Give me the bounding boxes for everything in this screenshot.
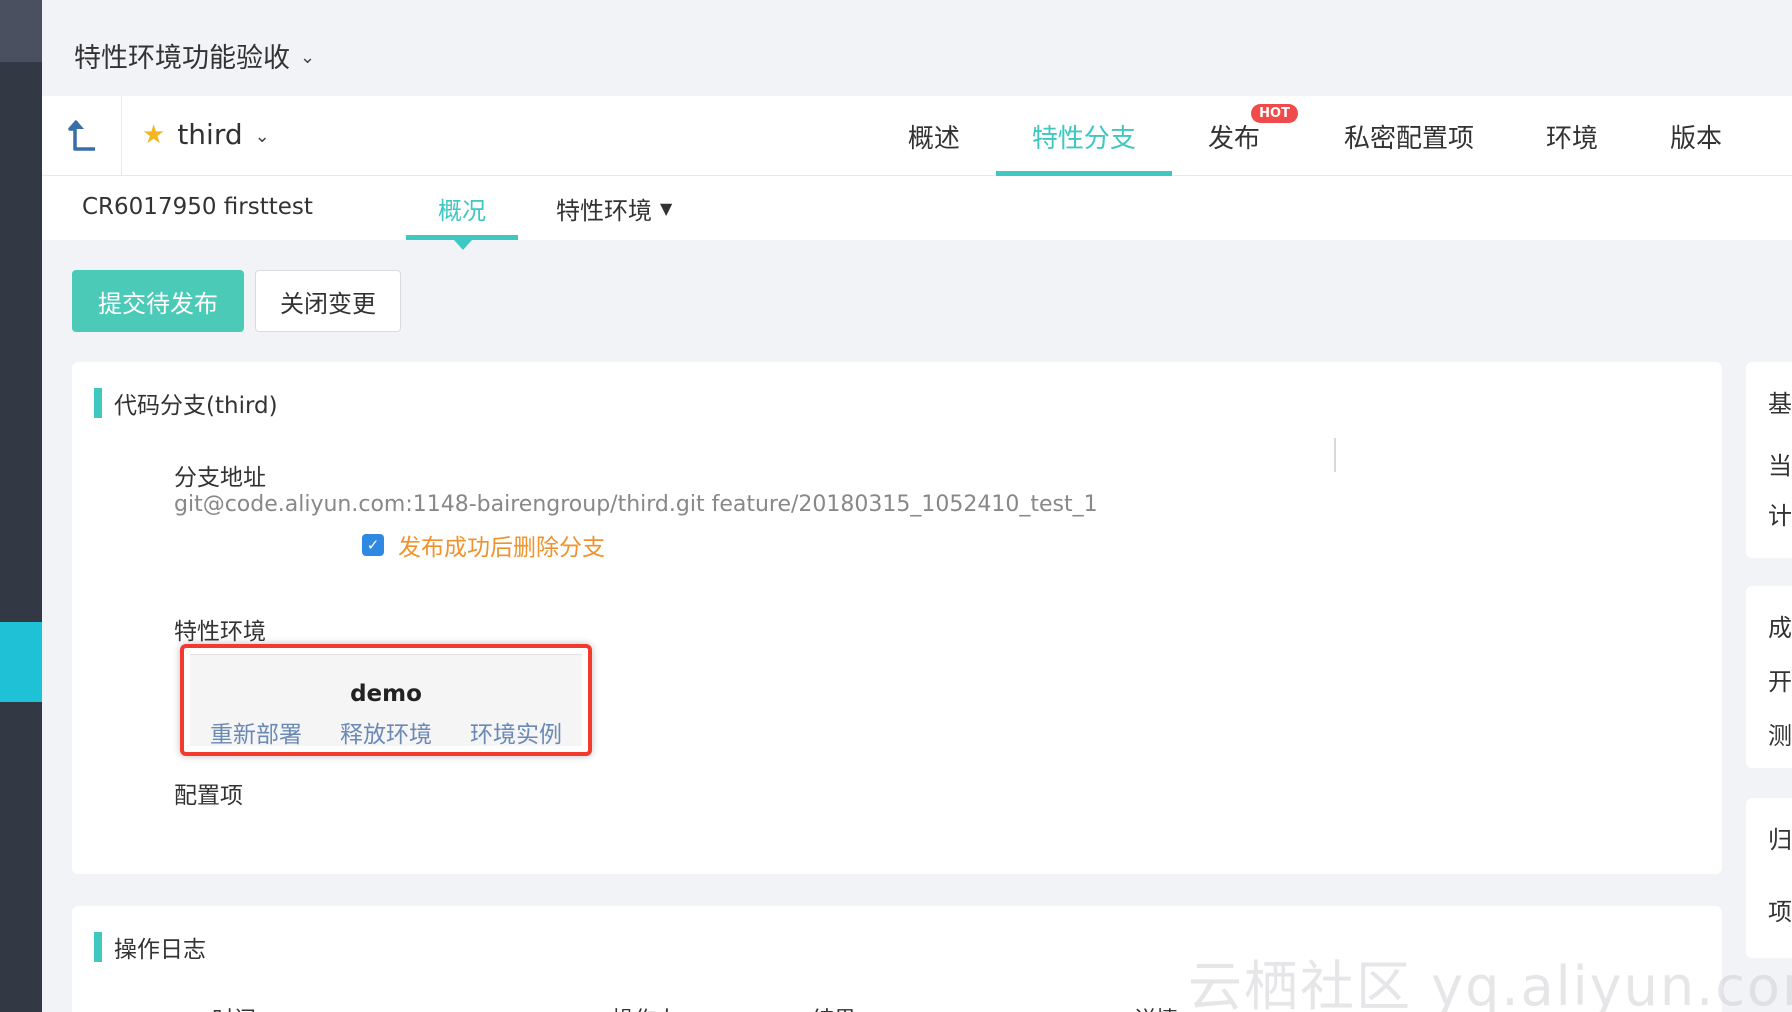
section-title-text: 操作日志 [114, 937, 206, 963]
right-card-text: 测 [1768, 722, 1792, 750]
tab-label: 发布 [1207, 123, 1260, 154]
tab-label: 概述 [907, 123, 960, 154]
tab-label: 私密配置项 [1343, 123, 1474, 154]
tab-release[interactable]: 发布 HOT [1172, 96, 1308, 176]
release-env-link[interactable]: 释放环境 [340, 715, 432, 749]
project-title: 特性环境功能验收 [74, 43, 290, 74]
log-header-time: 时间 [212, 1002, 256, 1012]
branch-url: git@code.aliyun.com:1148-bairengroup/thi… [174, 492, 1098, 517]
sub-bar: CR6017950 firsttest 概况 特性环境 ▼ [42, 176, 1792, 250]
right-card-text: 归 [1768, 826, 1792, 854]
project-header: 特性环境功能验收 ⌄ [42, 0, 1792, 96]
env-name: demo [350, 681, 422, 707]
chevron-down-icon: ⌄ [254, 126, 270, 147]
star-icon[interactable]: ★ [142, 120, 165, 150]
section-title-text: 代码分支(third) [114, 393, 278, 419]
log-header-result: 结果 [812, 1002, 856, 1012]
env-instance-link[interactable]: 环境实例 [470, 715, 562, 749]
chevron-down-icon: ⌄ [300, 47, 316, 68]
hot-badge: HOT [1251, 104, 1298, 123]
watermark: 云栖社区 yq.aliyun.com [1188, 955, 1792, 1012]
redeploy-link[interactable]: 重新部署 [210, 715, 302, 749]
tab-environment[interactable]: 环境 [1510, 96, 1634, 176]
submit-release-button[interactable]: 提交待发布 [72, 270, 244, 332]
tab-overview[interactable]: 概述 [872, 96, 996, 176]
delete-branch-label: 发布成功后删除分支 [398, 535, 605, 561]
log-header-operator: 操作人 [612, 1002, 678, 1012]
subtab-overview[interactable]: 概况 [406, 176, 518, 250]
config-label: 配置项 [174, 783, 243, 809]
divider [1334, 438, 1336, 472]
nav-tabs: 概述 特性分支 发布 HOT 私密配置项 环境 版本 [872, 96, 1792, 176]
left-rail [0, 0, 42, 1012]
right-card-text: 计 [1768, 502, 1792, 530]
right-card-archive: 归 项 [1746, 798, 1792, 958]
tab-version[interactable]: 版本 [1634, 96, 1792, 176]
app-bar: ★ third ⌄ 概述 特性分支 发布 HOT 私密配置项 环境 版本 [42, 96, 1792, 176]
project-switcher[interactable]: 特性环境功能验收 ⌄ [74, 36, 315, 75]
active-indicator [454, 240, 472, 250]
tab-label: 特性分支 [1031, 123, 1136, 154]
branch-label: 分支地址 [174, 465, 266, 491]
right-card-basic: 基 当 计 [1746, 362, 1792, 558]
close-change-button[interactable]: 关闭变更 [255, 270, 401, 332]
section-bar [94, 932, 102, 962]
section-title: 操作日志 [94, 930, 206, 964]
app-name: third [177, 118, 243, 151]
right-card-text: 项 [1768, 898, 1792, 926]
env-card: demo 重新部署 释放环境 环境实例 [190, 654, 582, 749]
tab-label: 版本 [1669, 123, 1722, 154]
right-card-text: 成 [1768, 614, 1792, 642]
back-button[interactable] [42, 96, 122, 176]
delete-branch-option[interactable]: ✓ 发布成功后删除分支 [362, 528, 605, 562]
left-rail-top[interactable] [0, 0, 42, 62]
feature-env-label: 特性环境 [174, 619, 266, 645]
cr-label: CR6017950 firsttest [82, 194, 313, 220]
tab-label: 环境 [1545, 123, 1598, 154]
branch-card: 代码分支(third) 分支地址 git@code.aliyun.com:114… [72, 362, 1722, 874]
right-card-members: 成 开 测 [1746, 586, 1792, 768]
subtab-feature-env[interactable]: 特性环境 ▼ [556, 176, 672, 240]
section-bar [94, 388, 102, 418]
app-switcher[interactable]: ★ third ⌄ [142, 118, 270, 151]
env-highlight-box: demo 重新部署 释放环境 环境实例 [180, 644, 592, 756]
log-header-detail: 详情 [1134, 1002, 1178, 1012]
right-card-text: 当 [1768, 452, 1792, 480]
subtab-label: 特性环境 [556, 196, 652, 225]
env-actions: 重新部署 释放环境 环境实例 [210, 715, 562, 749]
right-card-text: 基 [1768, 390, 1792, 418]
caret-down-icon: ▼ [660, 198, 673, 218]
checkbox-checked-icon[interactable]: ✓ [362, 534, 384, 556]
tab-feature-branch[interactable]: 特性分支 [995, 96, 1172, 176]
left-rail-active-item[interactable] [0, 622, 42, 702]
back-arrow-icon [67, 119, 95, 151]
right-card-text: 开 [1768, 668, 1792, 696]
section-title: 代码分支(third) [94, 386, 278, 420]
subtab-label: 概况 [438, 196, 486, 225]
tab-private-config[interactable]: 私密配置项 [1308, 96, 1510, 176]
